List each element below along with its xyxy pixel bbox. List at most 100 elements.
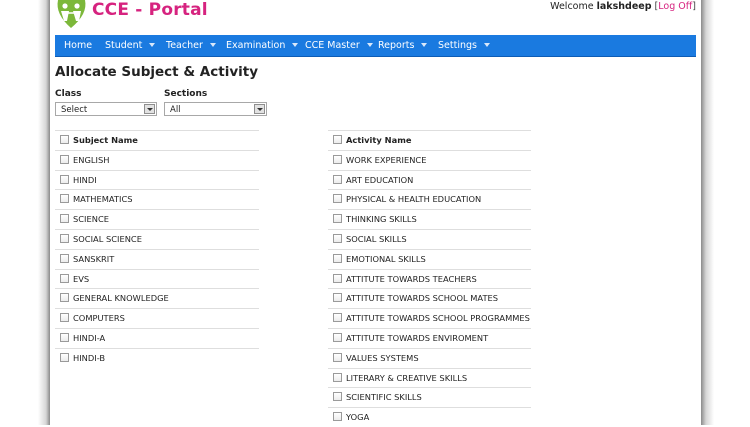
nav-item-label: Student (105, 40, 143, 51)
activity-row: THINKING SKILLS (328, 209, 531, 229)
caret-down-icon (483, 43, 490, 47)
bracket-close: ] (692, 1, 696, 12)
sections-select-value: All (170, 105, 181, 115)
caret-down-icon (292, 43, 299, 47)
subject-label: SANSKRIT (73, 253, 115, 264)
subject-checkbox[interactable] (60, 253, 69, 263)
activity-row: VALUES SYSTEMS (328, 347, 531, 368)
page-title: Allocate Subject & Activity (55, 64, 259, 80)
sections-select[interactable]: All (164, 102, 267, 116)
activity-row: WORK EXPERIENCE (328, 149, 531, 170)
subject-checkbox[interactable] (60, 174, 69, 184)
activity-checkbox[interactable] (333, 233, 342, 243)
subject-label: COMPUTERS (73, 313, 125, 324)
activity-checkbox[interactable] (333, 313, 342, 323)
subject-label: ENGLISH (73, 154, 110, 165)
nav-item-student[interactable]: Student (105, 35, 156, 56)
nav-item-examination[interactable]: Examination (226, 35, 299, 56)
dropdown-arrow-icon (144, 104, 155, 114)
activity-checkbox[interactable] (333, 253, 342, 263)
nav-item-cce-master[interactable]: CCE Master (305, 35, 373, 56)
welcome-prefix: Welcome (550, 1, 594, 12)
activity-label: SCIENTIFIC SKILLS (346, 392, 422, 403)
activity-checkbox[interactable] (333, 372, 342, 382)
activity-checkbox[interactable] (333, 154, 342, 164)
activity-checkbox[interactable] (333, 392, 342, 402)
activity-checkbox[interactable] (333, 273, 342, 283)
subject-label: GENERAL KNOWLEDGE (73, 293, 169, 304)
activity-label: YOGA (346, 412, 370, 423)
class-select-value: Select (61, 105, 88, 115)
activity-label: LITERARY & CREATIVE SKILLS (346, 372, 468, 383)
activity-checkbox[interactable] (333, 332, 342, 342)
subject-checkbox[interactable] (60, 273, 69, 283)
subject-label: SCIENCE (73, 214, 109, 225)
caret-down-icon (209, 43, 216, 47)
subject-label: HINDI-B (73, 352, 106, 363)
activity-label: ART EDUCATION (346, 174, 414, 185)
activity-label: ATTITUTE TOWARDS TEACHERS (346, 273, 477, 284)
activity-row: YOGA (328, 407, 531, 427)
subject-checkbox[interactable] (60, 352, 69, 362)
activity-row: ATTITUTE TOWARDS SCHOOL MATES (328, 288, 531, 308)
page-container: CCE - Portal Welcome lakshdeep [Log Off]… (50, 0, 701, 425)
subject-checkbox[interactable] (60, 214, 69, 224)
caret-down-icon (421, 43, 428, 47)
people-logo-icon[interactable] (55, 0, 88, 28)
dropdown-arrow-icon (254, 104, 265, 114)
subject-label: MATHEMATICS (73, 194, 133, 205)
subject-row: COMPUTERS (55, 308, 259, 328)
select-all-subjects-checkbox[interactable] (60, 135, 69, 144)
logoff-link[interactable]: Log Off (658, 1, 692, 12)
nav-item-label: Home (64, 40, 93, 51)
sections-label: Sections (164, 89, 208, 99)
activity-row: EMOTIONAL SKILLS (328, 248, 531, 269)
nav-item-label: CCE Master (305, 40, 360, 51)
subject-checkbox[interactable] (60, 194, 69, 204)
main-navbar: Home Student Teacher Examination CCE Mas… (55, 35, 696, 57)
welcome-area: Welcome lakshdeep [Log Off] (550, 1, 696, 12)
activity-checkbox[interactable] (333, 214, 342, 224)
subject-label: SOCIAL SCIENCE (73, 233, 142, 244)
activity-checkbox[interactable] (333, 352, 342, 362)
subject-checkbox[interactable] (60, 154, 69, 164)
subject-row: SOCIAL SCIENCE (55, 228, 259, 249)
subject-label: EVS (73, 273, 90, 284)
subject-checkbox[interactable] (60, 313, 69, 323)
subject-checkbox[interactable] (60, 233, 69, 243)
activity-checkbox[interactable] (333, 174, 342, 184)
class-select[interactable]: Select (55, 102, 157, 116)
nav-item-settings[interactable]: Settings (438, 35, 490, 56)
nav-item-label: Reports (378, 40, 415, 51)
subject-row: EVS (55, 268, 259, 289)
activity-row: SOCIAL SKILLS (328, 228, 531, 249)
activity-label: ATTITUTE TOWARDS ENVIROMENT (346, 332, 489, 343)
subject-row: GENERAL KNOWLEDGE (55, 288, 259, 308)
subject-checkbox[interactable] (60, 332, 69, 342)
activity-checkbox[interactable] (333, 412, 342, 422)
subject-row: HINDI-B (55, 347, 259, 368)
subject-header: Subject Name (73, 135, 138, 145)
nav-item-label: Settings (438, 40, 477, 51)
activity-label: ATTITUTE TOWARDS SCHOOL PROGRAMMES (346, 313, 530, 324)
activity-row: ATTITUTE TOWARDS ENVIROMENT (328, 327, 531, 348)
activity-checkbox[interactable] (333, 293, 342, 303)
activity-row: SCIENTIFIC SKILLS (328, 387, 531, 407)
subject-checkbox[interactable] (60, 293, 69, 303)
nav-item-teacher[interactable]: Teacher (166, 35, 216, 56)
select-all-activities-checkbox[interactable] (333, 135, 342, 144)
page-shadow-right (701, 0, 750, 425)
subject-row: HINDI-A (55, 327, 259, 348)
username: lakshdeep (596, 1, 652, 12)
class-label: Class (55, 89, 82, 99)
activity-header-row: Activity Name (328, 130, 531, 150)
activity-label: ATTITUTE TOWARDS SCHOOL MATES (346, 293, 499, 304)
nav-item-reports[interactable]: Reports (378, 35, 428, 56)
subject-row: SCIENCE (55, 209, 259, 229)
nav-item-home[interactable]: Home (64, 35, 92, 56)
activity-header: Activity Name (346, 135, 412, 145)
subject-row: ENGLISH (55, 149, 259, 170)
activity-row: ATTITUTE TOWARDS SCHOOL PROGRAMMES (328, 308, 531, 328)
subject-list: Subject Name ENGLISH HINDI MATHEMATICS SCIE… (55, 130, 259, 368)
activity-checkbox[interactable] (333, 194, 342, 204)
